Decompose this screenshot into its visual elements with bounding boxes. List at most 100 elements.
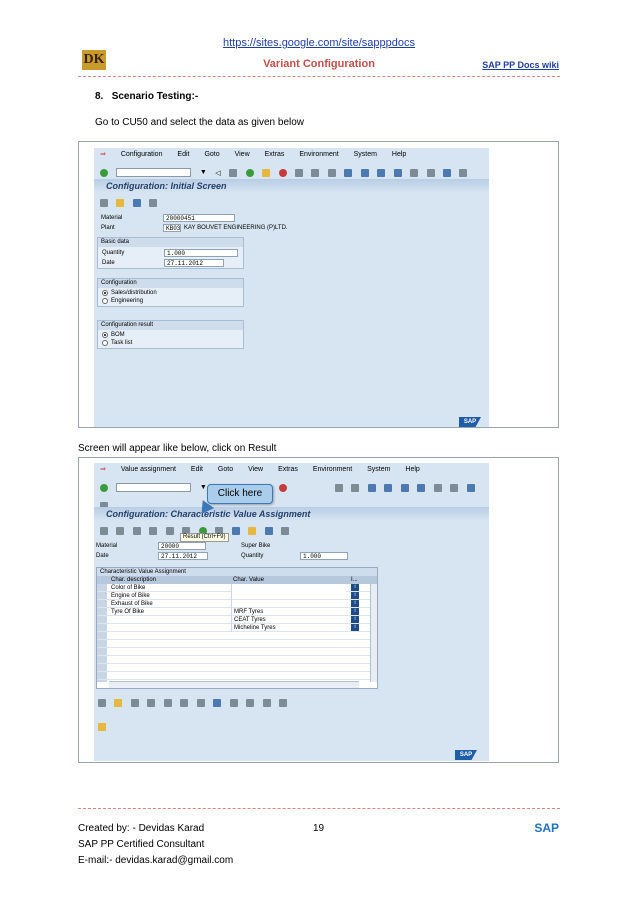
table-row[interactable]: Exhaust of Bike i [97, 600, 377, 608]
vertical-scrollbar[interactable] [370, 584, 377, 682]
link-icon[interactable] [248, 526, 257, 535]
first-page-icon[interactable] [344, 168, 353, 177]
bom-icon-2[interactable] [231, 526, 240, 535]
command-field[interactable] [116, 168, 192, 178]
info-icon[interactable]: i [351, 616, 359, 623]
shortcut-icon[interactable] [426, 168, 435, 177]
horizontal-scrollbar[interactable] [109, 681, 359, 688]
header-wiki-link[interactable]: SAP PP Docs wiki [482, 60, 559, 70]
table-row[interactable]: Engine of Bike i [97, 592, 377, 600]
chevron-down-icon[interactable]: ▼ [200, 169, 207, 176]
bom-icon[interactable] [132, 198, 141, 207]
help-icon-2[interactable] [466, 483, 475, 492]
radio-task-list[interactable] [102, 340, 108, 346]
cell-char-value[interactable]: Micheline Tyres [231, 624, 346, 632]
menu-edit-2[interactable]: Edit [191, 466, 203, 473]
note-icon[interactable] [98, 722, 106, 731]
menu-system-2[interactable]: System [367, 466, 390, 473]
radio-bom[interactable] [102, 332, 108, 338]
info-icon[interactable]: i [351, 624, 359, 631]
col-char-description[interactable]: Char. description [109, 576, 229, 584]
config-icon[interactable] [100, 198, 108, 207]
delete-icon[interactable] [278, 698, 287, 707]
enter-icon-2[interactable] [100, 483, 108, 492]
help-icon[interactable] [443, 168, 452, 177]
quantity-field[interactable]: 1.000 [164, 249, 238, 257]
new-session-icon[interactable] [410, 168, 419, 177]
filter-icon[interactable] [116, 526, 125, 535]
status-icon[interactable] [149, 526, 158, 535]
cell-char-value[interactable] [231, 592, 346, 600]
stop-icon[interactable] [280, 526, 289, 535]
value-icon[interactable] [100, 526, 108, 535]
folder-icon-2[interactable] [114, 698, 123, 707]
radio-engineering[interactable] [102, 298, 108, 304]
find-next-icon[interactable] [327, 168, 336, 177]
next-page-icon[interactable] [377, 168, 386, 177]
menu-configuration[interactable]: Configuration [121, 151, 163, 158]
prev-page-icon-2[interactable] [384, 483, 393, 492]
menu-extras[interactable]: Extras [265, 151, 285, 158]
menu-value-assignment[interactable]: Value assignment [121, 466, 176, 473]
shortcut-icon-2[interactable] [450, 483, 459, 492]
cell-char-value[interactable] [231, 600, 346, 608]
enter-icon[interactable] [100, 168, 108, 177]
glasses-icon[interactable] [98, 698, 106, 707]
select-all-icon[interactable] [130, 698, 139, 707]
exit-icon[interactable] [262, 168, 271, 177]
command-field-2[interactable] [116, 483, 192, 493]
paste-icon[interactable] [246, 698, 255, 707]
date-field[interactable]: 27.11.2012 [164, 259, 224, 267]
export-icon[interactable] [213, 698, 222, 707]
deselect-icon[interactable] [147, 698, 156, 707]
new-session-icon-2[interactable] [433, 483, 442, 492]
menu-view[interactable]: View [235, 151, 250, 158]
search-icon[interactable] [264, 526, 273, 535]
table-row[interactable]: CEAT Tyres i [97, 616, 377, 624]
menu-environment-2[interactable]: Environment [313, 466, 352, 473]
header-url-link[interactable]: https://sites.google.com/site/sapppdocs [0, 37, 638, 49]
material-field-2[interactable]: 20000 [158, 542, 206, 550]
last-page-icon[interactable] [393, 168, 402, 177]
menu-environment[interactable]: Environment [299, 151, 338, 158]
material-field[interactable]: 20000451 [163, 214, 235, 222]
menu-view-2[interactable]: View [248, 466, 263, 473]
sort-asc-icon[interactable] [163, 698, 172, 707]
filter-icon-2[interactable] [196, 698, 205, 707]
radio-sales-distribution[interactable] [102, 290, 108, 296]
layout-icon[interactable] [459, 168, 468, 177]
cancel-icon[interactable] [278, 168, 287, 177]
folder-icon[interactable] [116, 198, 125, 207]
back-icon[interactable] [245, 168, 254, 177]
menu-extras-2[interactable]: Extras [278, 466, 298, 473]
date-field-2[interactable]: 27.11.2012 [158, 552, 208, 560]
plant-field[interactable]: KB03 [163, 224, 181, 232]
prev-page-icon[interactable] [360, 168, 369, 177]
cell-char-value[interactable]: MRF Tyres [231, 608, 346, 616]
settings-icon[interactable] [149, 198, 158, 207]
save-icon[interactable] [229, 168, 238, 177]
copy-icon[interactable] [229, 698, 238, 707]
trace-icon[interactable] [132, 526, 141, 535]
back-arrow-icon[interactable]: ◁ [215, 169, 220, 177]
list-icon[interactable] [165, 526, 174, 535]
menu-goto[interactable]: Goto [204, 151, 219, 158]
cancel-icon-2[interactable] [278, 483, 287, 492]
insert-icon[interactable] [262, 698, 271, 707]
cell-char-value[interactable] [231, 584, 346, 592]
first-page-icon-2[interactable] [367, 483, 376, 492]
next-page-icon-2[interactable] [400, 483, 409, 492]
menu-help[interactable]: Help [392, 151, 406, 158]
menu-goto-2[interactable]: Goto [218, 466, 233, 473]
print-icon-2[interactable] [334, 483, 343, 492]
col-char-value[interactable]: Char. Value [231, 576, 346, 584]
cell-char-value[interactable]: CEAT Tyres [231, 616, 346, 624]
info-icon[interactable]: i [351, 584, 359, 591]
chevron-down-icon-2[interactable]: ▼ [200, 484, 207, 491]
info-icon[interactable]: i [351, 592, 359, 599]
find-icon[interactable] [311, 168, 320, 177]
info-icon[interactable]: i [351, 608, 359, 615]
sort-desc-icon[interactable] [180, 698, 189, 707]
table-row[interactable]: Micheline Tyres i [97, 624, 377, 632]
last-page-icon-2[interactable] [417, 483, 426, 492]
